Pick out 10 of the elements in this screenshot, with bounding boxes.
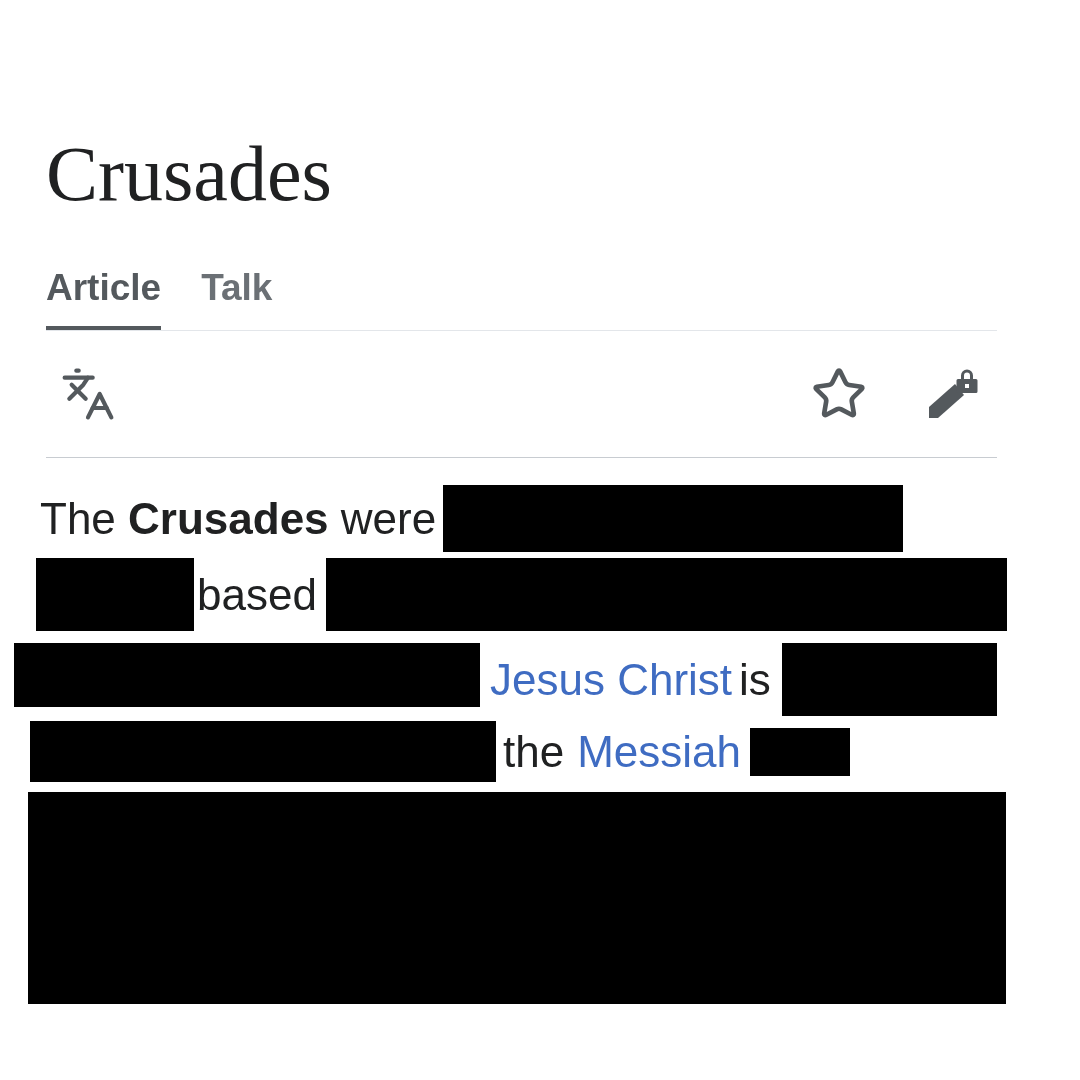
body-text: the <box>503 729 565 774</box>
article-link[interactable]: Messiah <box>577 729 741 774</box>
body-text: The Crusades were <box>40 496 437 541</box>
body-text: based <box>197 572 317 617</box>
body-text: is <box>739 657 771 702</box>
tab[interactable]: Talk <box>201 269 273 330</box>
translate-icon[interactable] <box>60 366 116 422</box>
article-link[interactable]: Jesus Christ <box>490 657 733 702</box>
tab[interactable]: Article <box>46 269 162 330</box>
page-title: Crusades <box>46 135 332 213</box>
